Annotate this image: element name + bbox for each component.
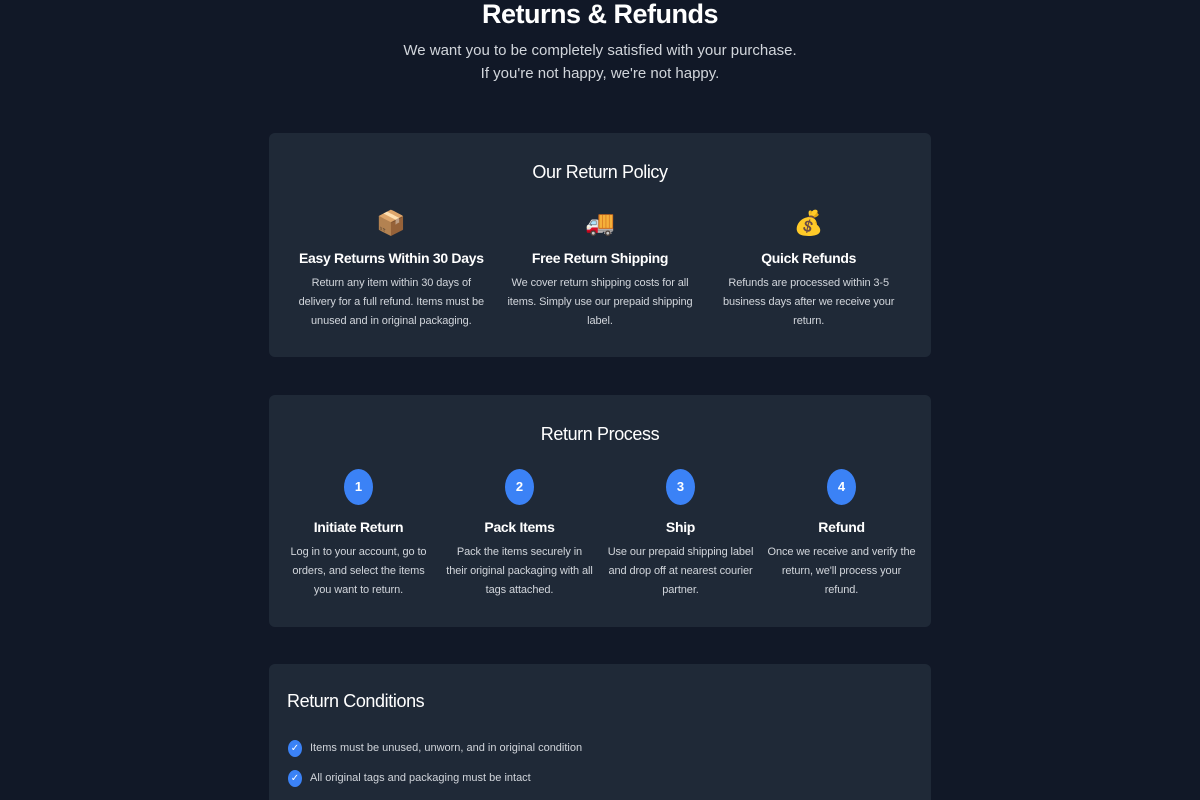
list-item: ✓ Items must be unused, unworn, and in o… <box>288 738 582 758</box>
list-item: ✓ All original tags and packaging must b… <box>288 768 582 788</box>
policy-feature-title: Quick Refunds <box>761 250 857 266</box>
return-conditions-list: ✓ Items must be unused, unworn, and in o… <box>288 738 582 798</box>
package-icon: 📦 <box>376 210 407 237</box>
condition-text: All original tags and packaging must be … <box>310 772 531 784</box>
return-conditions-title: Return Conditions <box>287 691 425 711</box>
policy-feature-free-shipping: 🚚 Free Return Shipping We cover return s… <box>496 209 705 331</box>
process-step-text: Use our prepaid shipping label and drop … <box>607 546 754 596</box>
process-step-title: Ship <box>665 519 696 535</box>
policy-feature-text: We cover return shipping costs for all i… <box>507 277 693 327</box>
return-process-steps: 1 Initiate Return Log in to your account… <box>269 469 931 600</box>
process-step-title: Pack Items <box>484 519 555 535</box>
policy-feature-easy-returns: 📦 Easy Returns Within 30 Days Return any… <box>287 209 496 331</box>
hero: Returns & Refunds We want you to be comp… <box>0 0 1200 85</box>
page-subtitle: We want you to be completely satisfied w… <box>403 42 797 82</box>
policy-feature-title: Free Return Shipping <box>531 250 669 266</box>
condition-text: Items must be unused, unworn, and in ori… <box>310 742 583 754</box>
delivery-truck-icon: 🚚 <box>585 210 615 237</box>
process-step-title: Refund <box>818 519 865 535</box>
step-number-badge: 1 <box>344 469 373 505</box>
policy-feature-text: Refunds are processed within 3-5 busines… <box>722 277 895 327</box>
process-step-text: Log in to your account, go to orders, an… <box>290 546 427 596</box>
return-policy-card: Our Return Policy 📦 Easy Returns Within … <box>269 133 931 357</box>
checkmark-icon: ✓ <box>288 769 302 787</box>
process-step-ship: 3 Ship Use our prepaid shipping label an… <box>600 469 761 600</box>
process-step-pack-items: 2 Pack Items Pack the items securely in … <box>439 469 600 600</box>
policy-feature-quick-refunds: 💰 Quick Refunds Refunds are processed wi… <box>704 209 913 331</box>
return-conditions-card: Return Conditions ✓ Items must be unused… <box>269 664 931 800</box>
policy-feature-text: Return any item within 30 days of delive… <box>298 277 485 327</box>
process-step-text: Pack the items securely in their origina… <box>446 546 593 596</box>
step-number-badge: 3 <box>666 469 695 505</box>
process-step-initiate-return: 1 Initiate Return Log in to your account… <box>278 469 439 600</box>
money-bag-icon: 💰 <box>793 210 824 237</box>
return-policy-features: 📦 Easy Returns Within 30 Days Return any… <box>269 209 931 331</box>
page: Returns & Refunds We want you to be comp… <box>0 0 1200 800</box>
step-number-badge: 2 <box>505 469 534 505</box>
return-process-title: Return Process <box>540 424 660 444</box>
page-title: Returns & Refunds <box>481 0 719 29</box>
checkmark-icon: ✓ <box>288 739 302 757</box>
process-step-refund: 4 Refund Once we receive and verify the … <box>761 469 922 600</box>
return-process-card: Return Process 1 Initiate Return Log in … <box>269 395 931 627</box>
policy-feature-title: Easy Returns Within 30 Days <box>298 250 484 266</box>
process-step-text: Once we receive and verify the return, w… <box>767 546 916 596</box>
step-number-badge: 4 <box>827 469 856 505</box>
return-policy-title: Our Return Policy <box>532 162 668 182</box>
process-step-title: Initiate Return <box>313 519 404 535</box>
